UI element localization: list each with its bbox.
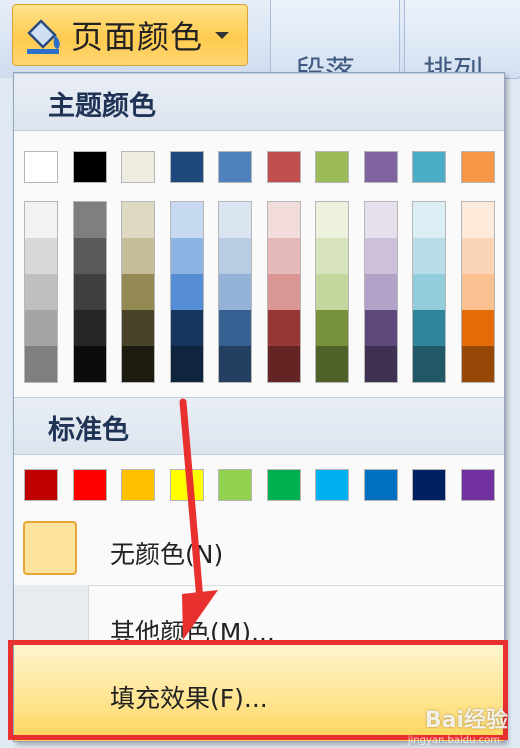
theme-shade-column (315, 201, 349, 383)
menu-separator (88, 585, 504, 586)
theme-shade-column (121, 201, 155, 383)
theme-shade-swatch[interactable] (316, 238, 348, 274)
theme-shade-swatch[interactable] (73, 310, 106, 346)
theme-color-swatch[interactable] (460, 151, 495, 183)
theme-shade-swatch[interactable] (316, 202, 348, 238)
theme-shade-swatch[interactable] (122, 274, 154, 310)
theme-color-swatch[interactable] (121, 151, 155, 183)
theme-color-swatch[interactable] (169, 151, 204, 183)
theme-shade-swatch[interactable] (122, 346, 154, 382)
standard-color-swatch[interactable] (412, 469, 446, 501)
theme-shade-swatch[interactable] (316, 346, 348, 382)
theme-shade-swatch[interactable] (73, 202, 106, 238)
theme-color-swatch[interactable] (218, 151, 252, 183)
theme-shade-swatch[interactable] (316, 274, 348, 310)
theme-shade-swatch[interactable] (73, 346, 106, 382)
theme-shade-swatch[interactable] (25, 202, 57, 238)
group-label-arrange: 排列 (423, 56, 483, 72)
theme-shade-swatch[interactable] (364, 310, 397, 346)
theme-shade-column (266, 201, 301, 383)
theme-shade-swatch[interactable] (413, 274, 445, 310)
theme-shade-column (460, 201, 495, 383)
no-color-icon (23, 521, 77, 575)
theme-shade-column (363, 201, 398, 383)
theme-shade-swatch[interactable] (364, 238, 397, 274)
theme-shade-swatch[interactable] (364, 346, 397, 382)
theme-shade-swatch[interactable] (461, 310, 494, 346)
theme-shade-swatch[interactable] (267, 274, 300, 310)
standard-color-swatch[interactable] (266, 469, 301, 501)
theme-shade-column (72, 201, 107, 383)
watermark-logo: Bai经验 (424, 708, 508, 733)
theme-shade-column (169, 201, 204, 383)
standard-color-swatch[interactable] (315, 469, 349, 501)
theme-shade-swatch[interactable] (267, 310, 300, 346)
theme-shade-swatch[interactable] (461, 238, 494, 274)
standard-color-swatch[interactable] (460, 469, 495, 501)
theme-shade-column (218, 201, 252, 383)
theme-shade-swatch[interactable] (122, 310, 154, 346)
theme-shade-swatch[interactable] (219, 202, 251, 238)
theme-color-swatch[interactable] (412, 151, 446, 183)
no-color-label: 无颜色(N) (110, 540, 224, 569)
theme-shade-column (24, 201, 58, 383)
theme-shade-swatch[interactable] (219, 310, 251, 346)
theme-colors-header: 主题颜色 (14, 73, 504, 131)
theme-shade-swatch[interactable] (267, 346, 300, 382)
ribbon-group-paragraph: 段落 (270, 0, 400, 79)
page-color-button[interactable]: 页面颜色 (12, 4, 248, 66)
theme-color-swatch[interactable] (72, 151, 107, 183)
theme-shade-swatch[interactable] (122, 238, 154, 274)
theme-shade-swatch[interactable] (25, 238, 57, 274)
theme-shade-swatch[interactable] (364, 202, 397, 238)
standard-color-swatch[interactable] (24, 469, 58, 501)
theme-shade-swatch[interactable] (267, 238, 300, 274)
theme-shade-swatch[interactable] (461, 202, 494, 238)
theme-shade-swatch[interactable] (25, 274, 57, 310)
theme-shade-swatch[interactable] (122, 202, 154, 238)
theme-shade-swatch[interactable] (364, 274, 397, 310)
standard-color-swatch[interactable] (72, 469, 107, 501)
standard-colors-title: 标准色 (48, 415, 129, 446)
group-label-paragraph: 段落 (295, 56, 355, 72)
theme-shade-swatch[interactable] (219, 238, 251, 274)
theme-shade-swatch[interactable] (73, 274, 106, 310)
standard-color-swatch[interactable] (218, 469, 252, 501)
theme-color-swatch[interactable] (315, 151, 349, 183)
theme-shade-swatch[interactable] (25, 310, 57, 346)
chevron-down-icon[interactable] (215, 31, 230, 39)
theme-shade-swatch[interactable] (170, 346, 203, 382)
theme-color-swatch[interactable] (24, 151, 58, 183)
theme-color-swatch[interactable] (266, 151, 301, 183)
theme-shade-swatch[interactable] (219, 274, 251, 310)
theme-shade-swatch[interactable] (267, 202, 300, 238)
standard-colors-header: 标准色 (14, 397, 504, 455)
theme-shade-swatch[interactable] (413, 310, 445, 346)
theme-shade-swatch[interactable] (413, 202, 445, 238)
standard-color-swatch[interactable] (169, 469, 204, 501)
no-color-menu-item[interactable]: 无颜色(N) (14, 515, 504, 585)
theme-color-swatch[interactable] (363, 151, 398, 183)
theme-shade-swatch[interactable] (170, 238, 203, 274)
theme-shade-swatch[interactable] (25, 346, 57, 382)
page-color-label: 页面颜色 (71, 18, 204, 56)
theme-shade-swatch[interactable] (461, 346, 494, 382)
watermark-url: jingyan.baidu.com (407, 735, 500, 746)
theme-shade-swatch[interactable] (170, 310, 203, 346)
theme-shade-swatch[interactable] (170, 202, 203, 238)
standard-color-swatch[interactable] (121, 469, 155, 501)
theme-shade-swatch[interactable] (219, 346, 251, 382)
theme-shade-swatch[interactable] (461, 274, 494, 310)
ribbon-group-arrange: 排列 (404, 0, 520, 79)
standard-color-swatch[interactable] (363, 469, 398, 501)
theme-shade-swatch[interactable] (170, 274, 203, 310)
theme-shade-swatch[interactable] (413, 346, 445, 382)
theme-colors-title: 主题颜色 (48, 91, 156, 122)
paint-bucket-icon (27, 19, 60, 54)
theme-shade-swatch[interactable] (316, 310, 348, 346)
theme-shade-swatch[interactable] (413, 238, 445, 274)
theme-shade-swatch[interactable] (73, 238, 106, 274)
theme-shade-column (412, 201, 446, 383)
